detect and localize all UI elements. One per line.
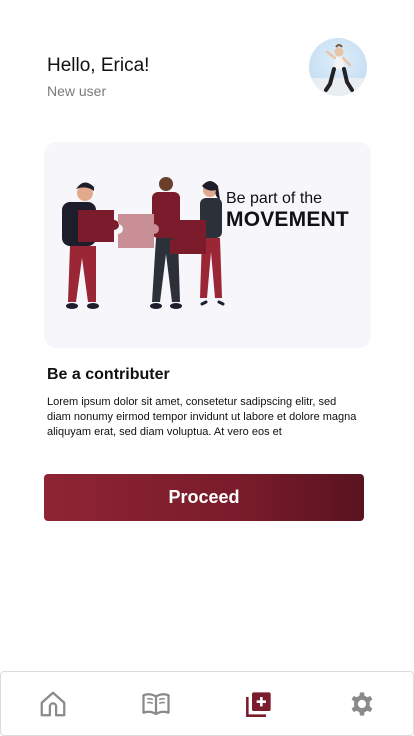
bottom-nav bbox=[0, 671, 414, 736]
proceed-button[interactable]: Proceed bbox=[44, 474, 364, 521]
add-collection-icon bbox=[245, 691, 271, 717]
nav-item-home[interactable] bbox=[1, 672, 104, 735]
user-status: New user bbox=[47, 83, 107, 99]
greeting-title: Hello, Erica! bbox=[47, 55, 150, 76]
puzzle-people-illustration bbox=[62, 177, 225, 309]
book-icon bbox=[141, 692, 170, 715]
greeting-block: Hello, Erica! New user bbox=[47, 54, 149, 99]
banner-line-1: Be part of the bbox=[226, 190, 323, 207]
banner-line-2: MOVEMENT bbox=[226, 208, 349, 231]
nav-item-library[interactable] bbox=[104, 672, 207, 735]
nav-item-settings[interactable] bbox=[310, 672, 413, 735]
section-body: Lorem ipsum dolor sit amet, consetetur s… bbox=[47, 396, 357, 438]
avatar-image bbox=[309, 44, 367, 96]
gear-icon bbox=[351, 691, 372, 716]
nav-item-contribute[interactable] bbox=[207, 672, 310, 735]
home-icon bbox=[40, 691, 65, 716]
avatar[interactable] bbox=[309, 38, 367, 96]
section-title: Be a contributer bbox=[47, 366, 170, 383]
movement-banner: Be part of the MOVEMENT bbox=[44, 142, 371, 348]
